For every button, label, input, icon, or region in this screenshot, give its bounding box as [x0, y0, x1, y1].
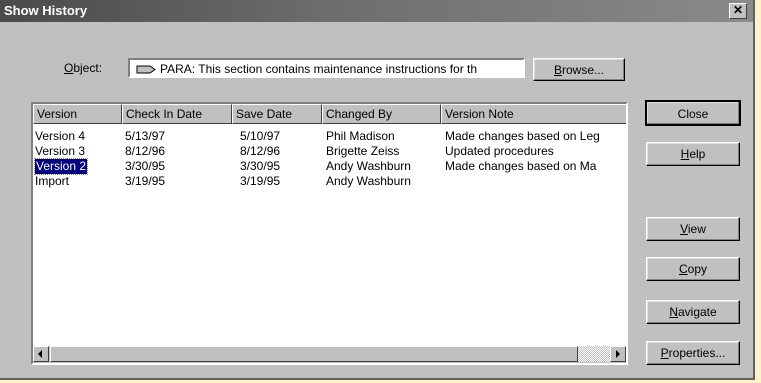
cell-save-date: 3/30/95 — [240, 159, 281, 173]
close-icon[interactable]: ✕ — [729, 3, 747, 19]
cell-save-date: 3/19/95 — [240, 174, 281, 188]
table-row-selected[interactable]: Version 2 3/30/95 3/30/95 Andy Washburn … — [33, 158, 626, 175]
cell-changed-by: Andy Washburn — [326, 159, 411, 173]
copy-button[interactable]: Copy — [646, 257, 740, 281]
window-title: Show History — [4, 3, 88, 18]
column-header-version[interactable]: Version — [33, 104, 122, 124]
cell-version: Version 2 — [33, 158, 89, 175]
cell-save-date: 5/10/97 — [240, 129, 281, 143]
close-button[interactable]: Close — [645, 100, 741, 126]
cell-changed-by: Phil Madison — [326, 129, 395, 143]
column-header-version-note[interactable]: Version Note — [441, 104, 626, 124]
scroll-thumb[interactable] — [50, 346, 578, 362]
help-button[interactable]: Help — [646, 142, 740, 166]
object-value: PARA: This section contains maintenance … — [160, 62, 478, 76]
cell-check-in-date: 3/30/95 — [125, 159, 166, 173]
cell-check-in-date: 8/12/96 — [125, 144, 166, 158]
cell-version: Version 3 — [35, 144, 86, 158]
column-header-save-date[interactable]: Save Date — [232, 104, 322, 124]
cell-version-note: Updated procedures — [445, 144, 554, 158]
cell-version: Import — [35, 174, 70, 188]
column-header-check-in-date[interactable]: Check In Date — [122, 104, 232, 124]
cell-changed-by: Brigette Zeiss — [326, 144, 400, 158]
cell-changed-by: Andy Washburn — [326, 174, 411, 188]
cell-version: Version 4 — [35, 129, 86, 143]
para-icon — [136, 65, 156, 74]
version-list[interactable]: Version Check In Date Save Date Changed … — [31, 102, 628, 365]
show-history-dialog: Show History ✕ Object: PARA: This sectio… — [0, 0, 755, 380]
cell-check-in-date: 5/13/97 — [125, 129, 166, 143]
cell-version-note: Made changes based on Leg — [445, 129, 600, 143]
arrow-right-icon — [616, 350, 620, 358]
properties-button[interactable]: Properties... — [646, 341, 740, 365]
arrow-left-icon — [38, 350, 42, 358]
object-field[interactable]: PARA: This section contains maintenance … — [128, 58, 525, 78]
scroll-left-button[interactable] — [33, 346, 49, 362]
navigate-button[interactable]: Navigate — [646, 300, 740, 324]
cell-save-date: 8/12/96 — [240, 144, 281, 158]
table-row[interactable]: Import 3/19/95 3/19/95 Andy Washburn — [33, 174, 626, 189]
object-label: Object: — [64, 61, 103, 75]
cell-check-in-date: 3/19/95 — [125, 174, 166, 188]
table-row[interactable]: Version 3 8/12/96 8/12/96 Brigette Zeiss… — [33, 144, 626, 159]
view-button[interactable]: View — [646, 217, 740, 241]
scroll-right-button[interactable] — [610, 346, 626, 362]
table-row[interactable]: Version 4 5/13/97 5/10/97 Phil Madison M… — [33, 129, 626, 144]
browse-button[interactable]: Browse... — [533, 58, 625, 81]
scroll-track[interactable] — [50, 346, 610, 362]
horizontal-scrollbar[interactable] — [33, 346, 626, 363]
title-bar: Show History ✕ — [0, 0, 753, 22]
column-header-changed-by[interactable]: Changed By — [322, 104, 441, 124]
cell-version-note: Made changes based on Ma — [445, 159, 597, 173]
